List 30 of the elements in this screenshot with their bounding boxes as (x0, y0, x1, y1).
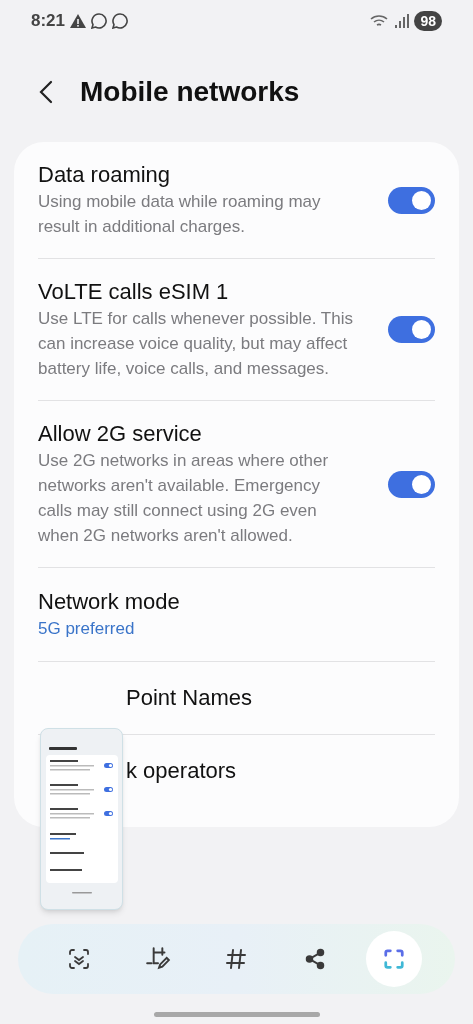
chat-icon (112, 13, 129, 29)
setting-row[interactable]: VoLTE calls eSIM 1 Use LTE for calls whenever possible. This can increase voice quality, but may affect battery life, voice calls, and messages. (38, 259, 435, 401)
setting-description: Using mobile data while roaming may result in additional charges. (38, 191, 322, 238)
setting-row[interactable]: Allow 2G service Use 2G networks in areas where other networks aren't available. Emergency calls may still connect using 2G even when 2G networks aren't allowed. (38, 401, 435, 568)
setting-description: Use LTE for calls whenever possible. This can increase voice quality, but may affect battery life, voice calls, and messages. (38, 308, 354, 380)
setting-title: Point Names (126, 684, 253, 712)
setting-row[interactable]: Data roaming Using mobile data while roaming may result in additional charges. (38, 142, 435, 259)
setting-title: Network mode (38, 588, 181, 616)
setting-title: k operators (126, 757, 238, 785)
scroll-capture-icon (67, 947, 92, 971)
setting-title: VoLTE calls eSIM 1 (38, 278, 230, 306)
toggle-switch[interactable] (388, 186, 435, 214)
setting-value: 5G preferred (38, 618, 136, 640)
hashtag-icon (224, 947, 249, 971)
screenshot-preview[interactable] (40, 728, 123, 910)
status-time: 8:21 (31, 10, 66, 33)
toggle-switch[interactable] (388, 470, 435, 498)
crop-edit-icon (144, 946, 171, 972)
toggle-switch[interactable] (388, 316, 435, 343)
battery-level: 98 (414, 11, 442, 31)
warning-icon (70, 14, 87, 28)
setting-description: Use 2G networks in areas where other networks aren't available. Emergency calls may still connect using 2G even when 2G networks aren't allowed. (38, 450, 330, 547)
screenshot-frame-icon (382, 948, 405, 970)
chat-icon (91, 13, 108, 29)
setting-row[interactable]: Network mode 5G preferred (38, 568, 435, 662)
setting-title: Data roaming (38, 161, 172, 189)
setting-title: Allow 2G service (38, 420, 203, 448)
page-title: Mobile networks (80, 75, 300, 109)
signal-icon (395, 14, 410, 28)
share-icon (304, 948, 327, 970)
